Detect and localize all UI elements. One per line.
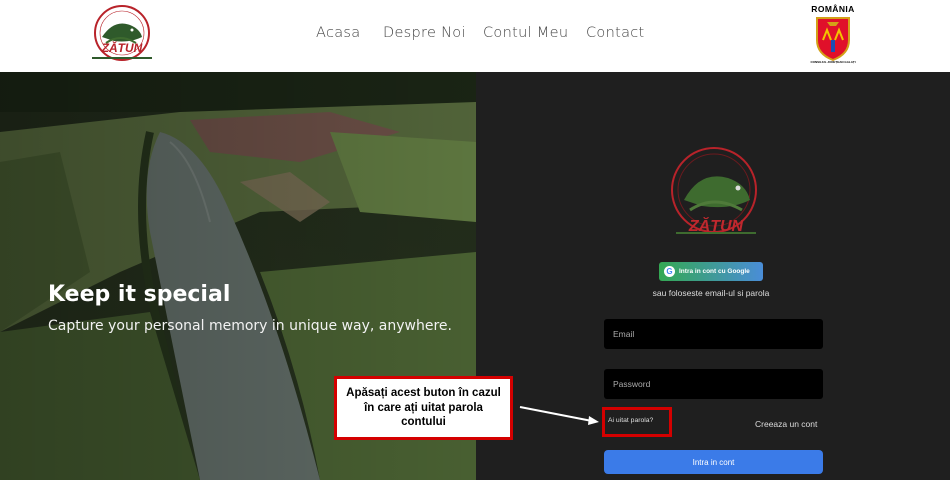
nav-despre-noi[interactable]: Despre Noi (383, 25, 466, 41)
login-panel: ZĂTUN G Intra in cont cu Google sau folo… (476, 72, 950, 480)
hero-title: Keep it special (48, 282, 231, 307)
login-submit-button[interactable]: Intra in cont (604, 450, 823, 474)
hero-subtitle: Capture your personal memory in unique w… (48, 318, 452, 334)
romania-crest: ROMÂNIA CONSILIUL JUDEȚEAN GALAȚI (803, 4, 863, 66)
crest-caption: CONSILIUL JUDEȚEAN GALAȚI (810, 60, 856, 64)
google-login-button[interactable]: G Intra in cont cu Google (659, 262, 763, 281)
site-header: ZĂTUN Acasa Despre Noi Contul Meu Contac… (0, 0, 950, 72)
annotation-callout: Apăsați acest buton în cazul în care ați… (334, 376, 513, 440)
nav-contul-meu[interactable]: Contul Meu (483, 25, 568, 41)
google-login-label: Intra in cont cu Google (679, 268, 750, 275)
login-submit-label: Intra in cont (692, 457, 735, 467)
email-field[interactable]: Email (604, 319, 823, 349)
login-logo-text: ZĂTUN (688, 218, 744, 235)
forgot-password-highlight (602, 407, 672, 437)
email-placeholder: Email (613, 329, 635, 339)
create-account-link[interactable]: Creeaza un cont (755, 419, 817, 429)
nav-acasa[interactable]: Acasa (316, 25, 360, 41)
nav-contact[interactable]: Contact (586, 25, 645, 41)
zatun-login-logo: ZĂTUN (666, 144, 766, 244)
alt-login-text: sau foloseste email-ul si parola (652, 288, 770, 298)
annotation-text: Apăsați acest buton în cazul în care ați… (346, 386, 501, 429)
google-icon: G (664, 266, 675, 277)
password-field[interactable]: Password (604, 369, 823, 399)
password-placeholder: Password (613, 379, 651, 389)
crest-label: ROMÂNIA (811, 4, 855, 14)
